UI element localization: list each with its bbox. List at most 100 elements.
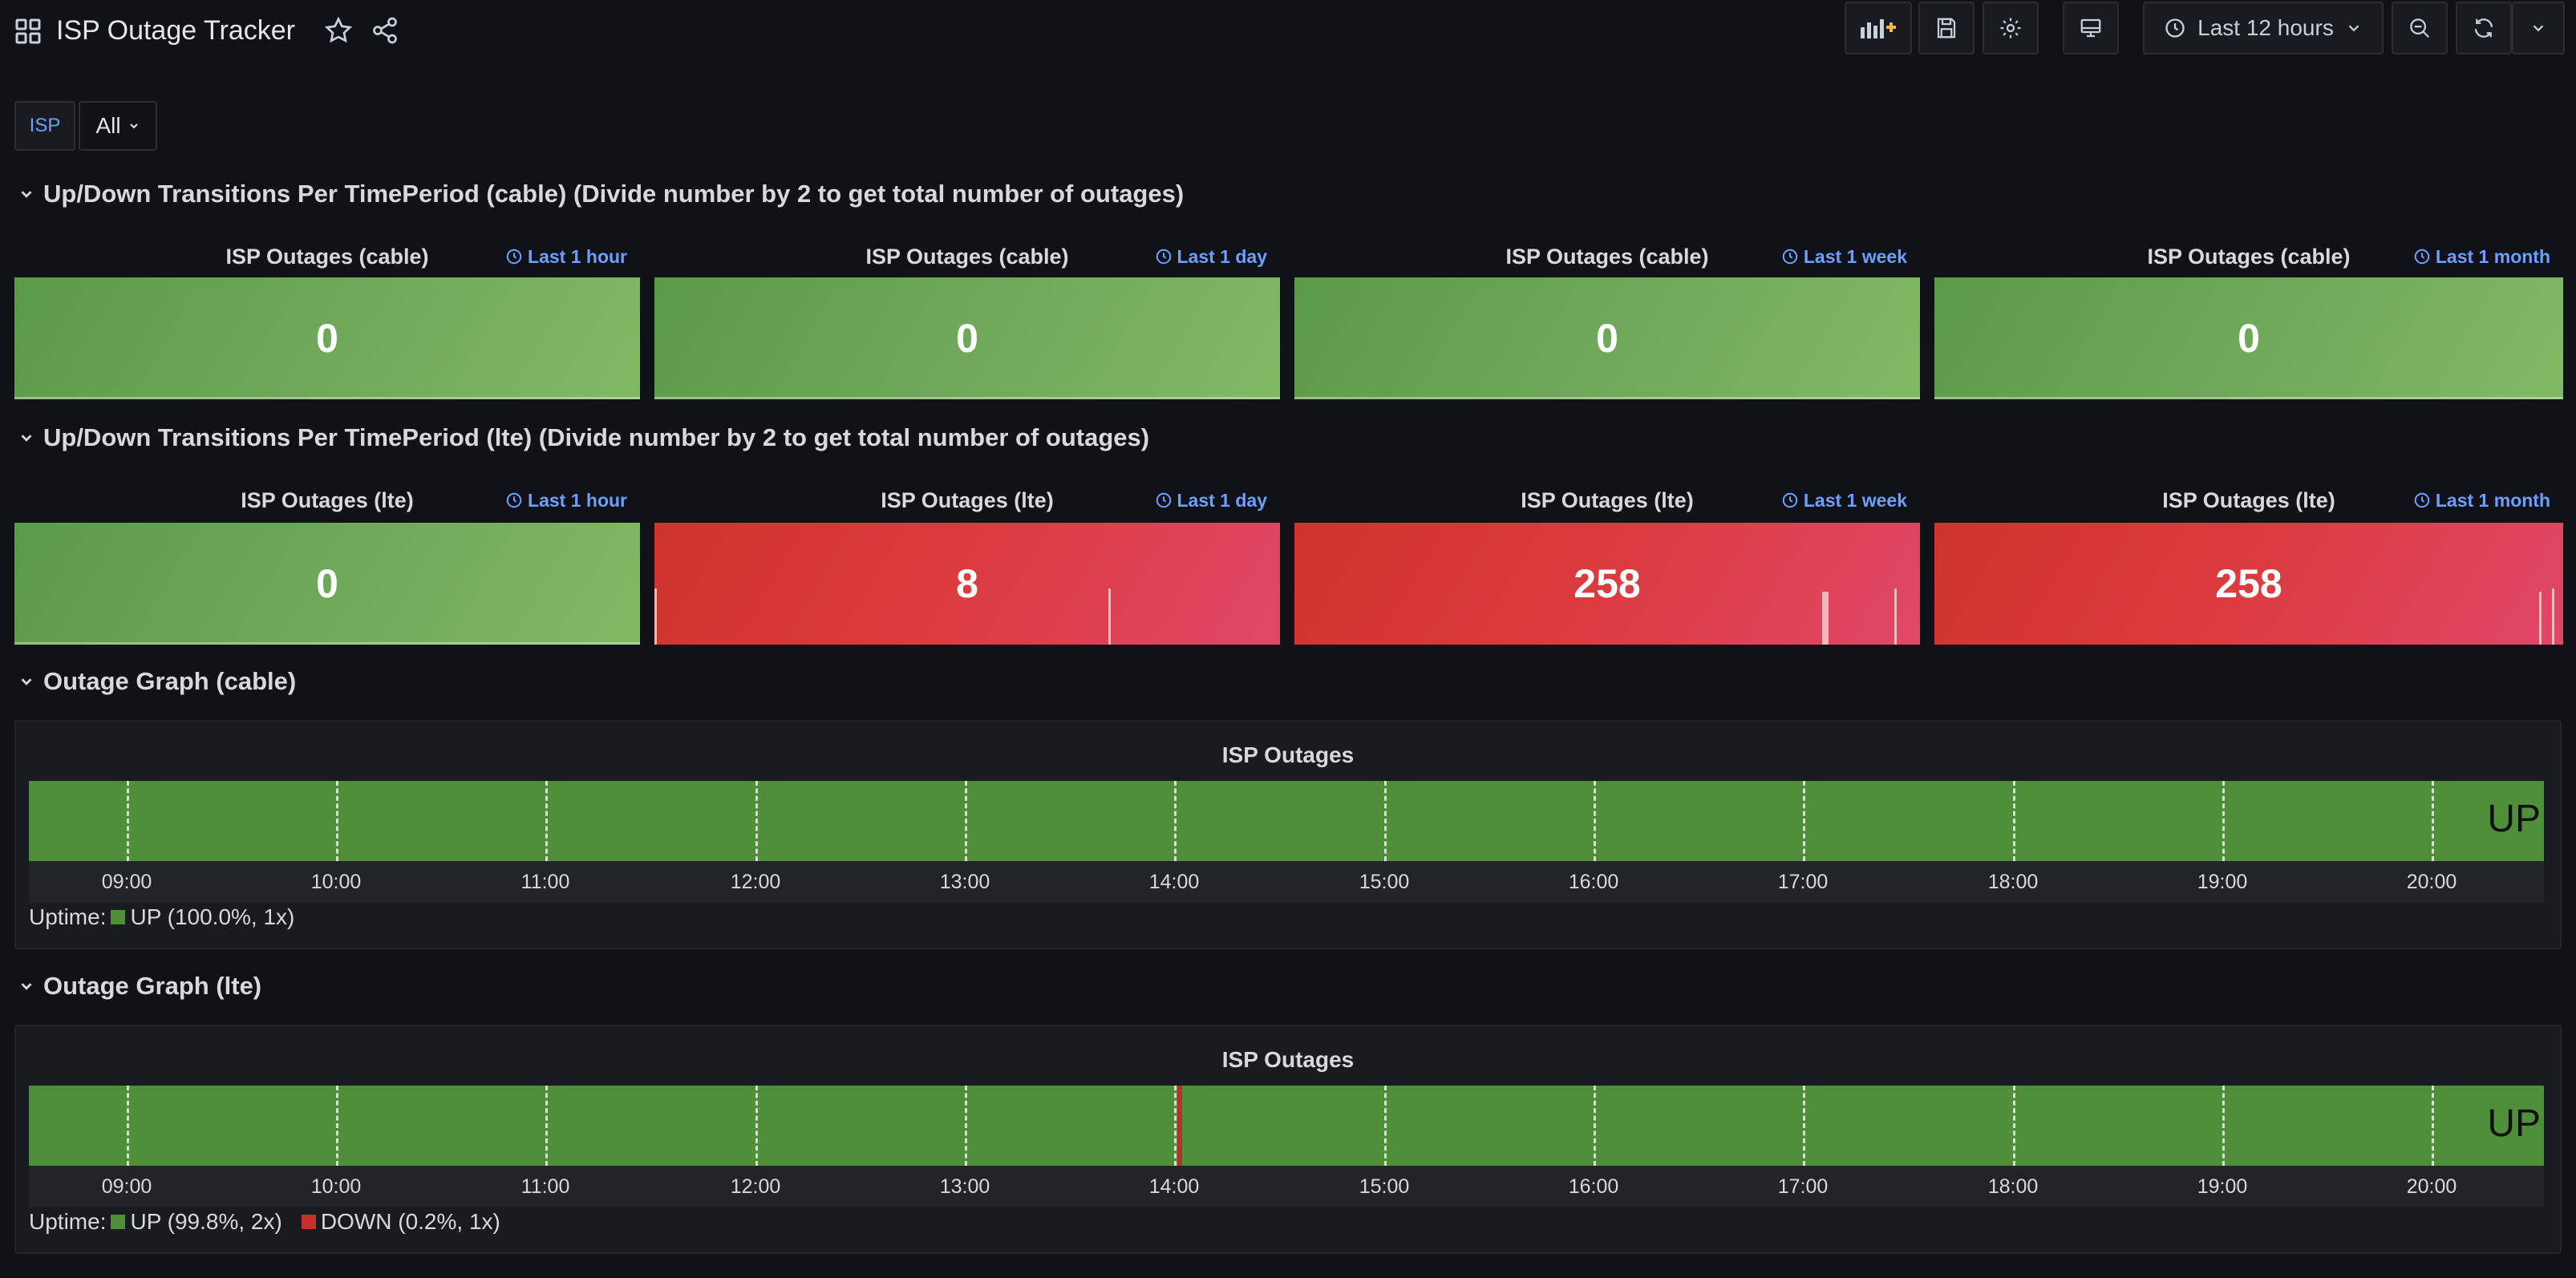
outage-graph-panel-cable[interactable]: ISP Outages UP 09:00 10:00 11:00 12:00 1… [14,720,2562,949]
row-title: Up/Down Transitions Per TimePeriod (cabl… [43,180,1185,208]
x-tick-label: 20:00 [2406,1175,2457,1198]
refresh-button[interactable] [2456,2,2512,55]
stat-panel-header[interactable]: ISP Outages (cable) Last 1 hour [14,239,640,274]
row-header-lte-transitions[interactable]: Up/Down Transitions Per TimePeriod (lte)… [18,422,1149,454]
x-tick-label: 13:00 [939,1175,990,1198]
stat-panel-header[interactable]: ISP Outages (lte) Last 1 day [654,483,1280,518]
x-tick-label: 16:00 [1568,871,1619,893]
legend-item-down[interactable]: DOWN (0.2%, 1x) [321,1209,500,1235]
add-panel-button[interactable] [1845,2,1912,55]
gear-icon [2000,18,2021,38]
stat-panel-header[interactable]: ISP Outages (cable) Last 1 week [1294,239,1920,274]
panel-time-label: Last 1 month [2435,245,2550,267]
add-panel-icon [1861,19,1896,38]
zoom-out-icon [2410,18,2430,38]
grid-line [1384,1086,1387,1166]
grid-line [1803,781,1805,861]
x-axis: 09:00 10:00 11:00 12:00 13:00 14:00 15:0… [29,861,2544,903]
stat-panel-header[interactable]: ISP Outages (cable) Last 1 month [1934,239,2563,274]
state-timeline[interactable]: UP [29,1086,2544,1166]
stat-value: 258 [1574,561,1641,606]
panel-time-label: Last 1 day [1177,245,1268,267]
legend-item-up[interactable]: UP (100.0%, 1x) [130,904,294,930]
stat-value: 0 [1596,316,1618,361]
x-tick-label: 15:00 [1359,871,1410,893]
sparkline [14,642,640,645]
x-axis: 09:00 10:00 11:00 12:00 13:00 14:00 15:0… [29,1166,2544,1207]
stat-value: 0 [316,316,338,361]
panel-time-label: Last 1 month [2435,489,2550,511]
stat-panel-header[interactable]: ISP Outages (lte) Last 1 month [1934,483,2563,518]
sparkline [654,397,1280,399]
sparkline [1934,397,2563,399]
stat-value-box: 0 [1294,277,1920,399]
stat-value: 0 [2238,316,2260,361]
row-header-cable-transitions[interactable]: Up/Down Transitions Per TimePeriod (cabl… [18,178,1184,210]
settings-button[interactable] [1983,2,2039,55]
panel-time-override: Last 1 day [1155,490,1267,512]
x-tick-label: 19:00 [2197,1175,2248,1198]
grid-line [336,781,338,861]
x-tick-label: 17:00 [1777,871,1829,893]
panel-time-override: Last 1 week [1781,490,1907,512]
row-header-outage-graph-lte[interactable]: Outage Graph (lte) [18,970,261,1002]
x-tick-label: 15:00 [1359,1175,1410,1198]
clock-icon [2414,492,2430,508]
state-label: UP [2487,1102,2541,1145]
share-icon[interactable] [371,16,399,45]
x-tick-label: 11:00 [520,1175,570,1198]
panel-time-override: Last 1 hour [505,246,627,268]
sparkline-spike [2539,592,2542,645]
sparkline-spike [2552,588,2554,645]
panel-time-override: Last 1 week [1781,246,1907,268]
grid-line [127,781,129,861]
stat-panel-header[interactable]: ISP Outages (cable) Last 1 day [654,239,1280,274]
time-range-label: Last 12 hours [2197,15,2334,40]
grid-line [755,781,758,861]
chevron-down-icon [21,678,32,686]
grid-line [336,1086,338,1166]
x-tick-label: 11:00 [520,871,570,893]
variable-value: All [95,113,121,138]
clock-icon [2414,249,2430,265]
grid-line [127,1086,129,1166]
x-tick-label: 10:00 [310,1175,362,1198]
grid-line [1594,1086,1596,1166]
variable-select-isp[interactable]: All [79,101,157,151]
legend: Uptime: UP (99.8%, 2x) DOWN (0.2%, 1x) [29,1209,500,1235]
dashboard-grid-icon[interactable] [14,18,42,45]
x-tick-label: 20:00 [2406,871,2457,893]
panel-time-override: Last 1 day [1155,245,1268,268]
row-title: Outage Graph (lte) [43,972,262,1000]
save-dashboard-button[interactable] [1918,2,1975,55]
dashboard-title[interactable]: ISP Outage Tracker [56,14,295,47]
save-icon [1937,18,1956,38]
stat-panel-header[interactable]: ISP Outages (lte) Last 1 hour [14,483,640,518]
star-icon[interactable] [324,16,353,45]
sparkline-spike [1108,588,1111,645]
time-range-picker[interactable]: Last 12 hours [2143,2,2384,55]
outage-graph-panel-lte[interactable]: ISP Outages UP 09:00 10:00 11:00 12:00 1… [14,1025,2562,1254]
clock-icon [1156,492,1171,508]
stat-value-box: 0 [654,277,1280,399]
state-label: UP [2487,798,2541,840]
stat-panel-header[interactable]: ISP Outages (lte) Last 1 week [1294,483,1920,518]
zoom-out-button[interactable] [2392,2,2448,55]
variable-label-isp: ISP [14,101,75,151]
cycle-view-mode-button[interactable] [2063,2,2119,55]
row-header-outage-graph-cable[interactable]: Outage Graph (cable) [18,665,296,698]
grid-line [1803,1086,1805,1166]
down-state-segment[interactable] [1177,1086,1182,1166]
clock-icon [506,249,522,265]
panel-time-override: Last 1 month [2413,246,2550,268]
panel-time-label: Last 1 hour [528,245,627,267]
grid-line [1174,781,1177,861]
x-tick-label: 18:00 [1987,1175,2039,1198]
grid-line [1594,781,1596,861]
panel-time-override: Last 1 month [2413,490,2550,512]
grid-line [2432,781,2434,861]
legend-item-up[interactable]: UP (99.8%, 2x) [130,1209,281,1235]
state-timeline[interactable]: UP [29,781,2544,861]
clock-icon [1782,249,1798,265]
refresh-interval-dropdown[interactable] [2512,2,2565,55]
